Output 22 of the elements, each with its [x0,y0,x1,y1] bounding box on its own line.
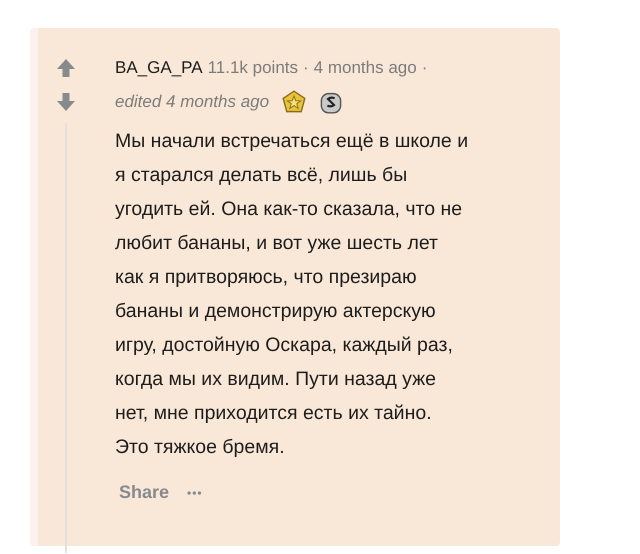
comment-text-line: нет, мне приходится есть их тайно. [115,401,433,426]
points-text: 11.1k points [208,58,298,78]
comment-text-line: Мы начали встречаться ещё в школе и [115,129,468,154]
more-options-button[interactable]: ••• [183,482,207,504]
timestamp-link[interactable]: 4 months ago [314,58,417,78]
separator-dot: · [303,58,309,78]
comment-text-line: Это тяжкое бремя. [115,435,286,460]
downvote-icon[interactable] [56,92,76,112]
star-award-icon[interactable] [282,90,306,114]
username-link[interactable]: BA_GA_PA [115,58,203,78]
edited-text: edited 4 months ago [115,92,270,112]
separator-dot: · [422,58,428,78]
comment-text-line: игру, достойную Оскара, каждый раз, [115,333,454,358]
comment-text-line: любит бананы, и вот уже шесть лет [115,231,439,256]
comment-text-line: бананы и демонстрирую актерскую [115,299,437,324]
comment-text-line: как я притворяюсь, что презираю [115,265,418,290]
coin-award-icon[interactable] [319,90,344,114]
comment-text-line: я старался делать всё, лишь бы [115,163,408,188]
comment-text-line: угодить ей. Она как-то сказала, что не [115,197,464,222]
share-button[interactable]: Share [115,478,174,507]
upvote-icon[interactable] [56,58,76,78]
comment-text-line: когда мы их видим. Пути назад уже [115,367,437,392]
